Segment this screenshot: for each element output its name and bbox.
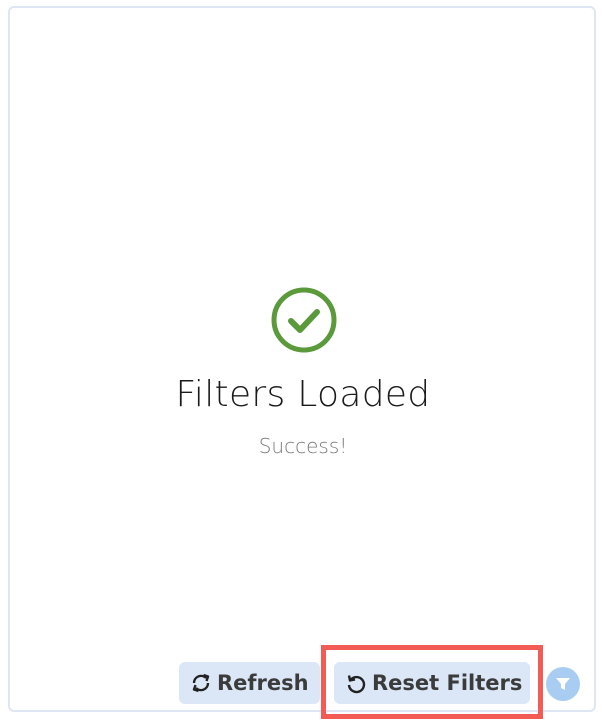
reset-filters-button[interactable]: Reset Filters bbox=[334, 662, 530, 704]
filter-panel bbox=[8, 6, 596, 712]
filter-button[interactable] bbox=[546, 667, 580, 701]
reset-icon bbox=[344, 671, 368, 695]
filter-icon bbox=[556, 678, 570, 690]
reset-filters-label: Reset Filters bbox=[372, 671, 523, 695]
status-message: Success! bbox=[258, 434, 348, 458]
refresh-icon bbox=[189, 671, 213, 695]
status-title: Filters Loaded bbox=[175, 374, 431, 415]
refresh-button[interactable]: Refresh bbox=[179, 662, 320, 704]
check-circle-icon bbox=[271, 287, 337, 353]
refresh-label: Refresh bbox=[217, 671, 309, 695]
